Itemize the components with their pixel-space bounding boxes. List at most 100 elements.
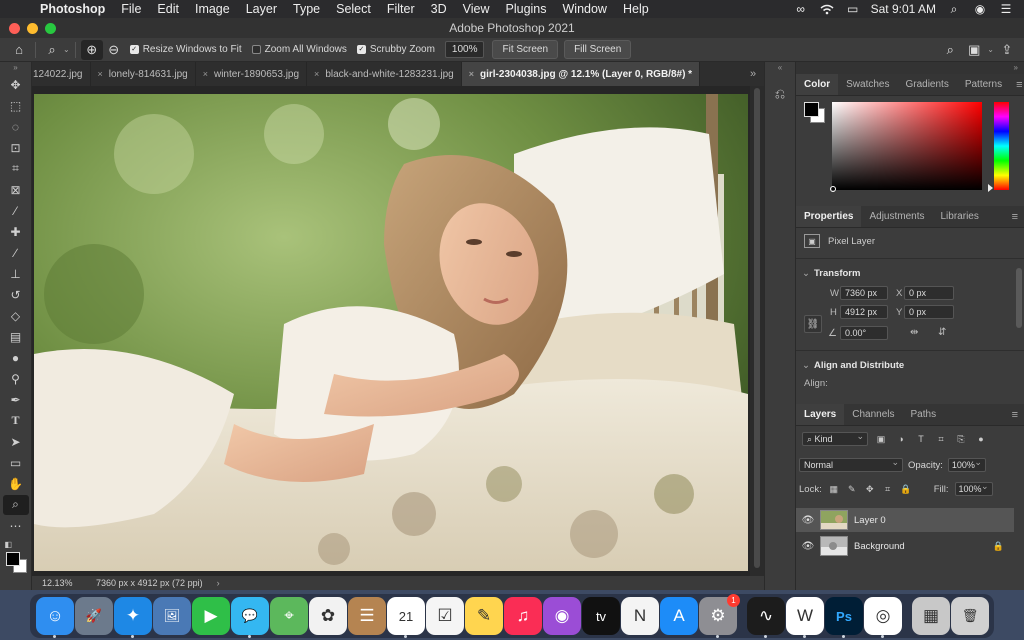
panel-menu-icon[interactable]: ≡ [1006, 206, 1024, 227]
height-field[interactable]: 4912 px [840, 305, 888, 319]
scrollbar-thumb[interactable] [754, 88, 760, 568]
frame-tool-icon[interactable]: ⊠ [3, 180, 29, 200]
blur-tool-icon[interactable]: ● [3, 348, 29, 368]
layer-lock-icon[interactable]: 🔒 [993, 541, 1004, 552]
tab-document[interactable]: × black-and-white-1283231.jpg [307, 62, 462, 86]
tab-swatches[interactable]: Swatches [838, 74, 897, 95]
chrome-icon[interactable]: ◎ [864, 597, 902, 638]
foreground-color-swatch[interactable] [804, 102, 819, 117]
tab-gradients[interactable]: Gradients [897, 74, 956, 95]
object-selection-tool-icon[interactable]: ⊡ [3, 138, 29, 158]
creative-cloud-icon[interactable]: ∞ [793, 2, 809, 16]
align-distribute-section-header[interactable]: ⌄ Align and Distribute [802, 360, 904, 371]
reminders-icon[interactable]: ☑ [426, 597, 464, 635]
default-colors-icon[interactable]: ◧ [5, 540, 13, 549]
layer-name[interactable]: Layer 0 [854, 515, 886, 526]
marquee-tool-icon[interactable]: ⬚ [3, 96, 29, 116]
brush-tool-icon[interactable]: ∕ [3, 243, 29, 263]
scrubby-zoom-checkbox[interactable]: ✓ Scrubby Zoom [356, 44, 435, 55]
tab-document-active[interactable]: × girl-2304038.jpg @ 12.1% (Layer 0, RGB… [461, 62, 701, 86]
type-filter-icon[interactable]: T [914, 432, 928, 446]
path-selection-tool-icon[interactable]: ➤ [3, 432, 29, 452]
messages-icon[interactable]: 💬 [231, 597, 269, 638]
photos-icon[interactable]: ✿ [309, 597, 347, 635]
safari-icon[interactable]: ✦ [114, 597, 152, 638]
close-tab-icon[interactable]: × [203, 69, 208, 79]
share-icon[interactable]: ⇪ [996, 40, 1018, 60]
facetime-icon[interactable]: ▶ [192, 597, 230, 635]
panel-scrollbar[interactable] [1016, 268, 1022, 328]
lasso-tool-icon[interactable]: ◌ [3, 117, 29, 137]
tab-color[interactable]: Color [796, 74, 839, 95]
siri-icon[interactable]: ◉ [972, 2, 988, 16]
launchpad-icon[interactable]: 🚀 [75, 597, 113, 635]
airplay-icon[interactable]: ▭ [845, 2, 861, 16]
tab-layers[interactable]: Layers [796, 404, 845, 425]
menu-image[interactable]: Image [187, 2, 238, 16]
pixel-filter-icon[interactable]: ▣ [874, 432, 888, 446]
color-picker-field[interactable] [832, 102, 982, 190]
fit-screen-button[interactable]: Fit Screen [492, 40, 559, 59]
notes-icon[interactable]: ✎ [465, 597, 503, 635]
menu-view[interactable]: View [455, 2, 498, 16]
lock-image-pixels-icon[interactable]: ✎ [846, 483, 858, 495]
tab-paths[interactable]: Paths [903, 404, 945, 425]
fill-screen-button[interactable]: Fill Screen [564, 40, 632, 59]
calendar-icon[interactable]: 21 [387, 597, 425, 638]
app-menu[interactable]: Photoshop [32, 2, 113, 16]
move-tool-icon[interactable]: ✥ [3, 75, 29, 95]
collapse-toolbar-icon[interactable]: » [13, 62, 17, 74]
rectangle-tool-icon[interactable]: ▭ [3, 453, 29, 473]
pen-tool-icon[interactable]: ✒ [3, 390, 29, 410]
dodge-tool-icon[interactable]: ⚲ [3, 369, 29, 389]
system-preferences-icon[interactable]: ⚙ 1 [699, 594, 740, 638]
podcasts-icon[interactable]: ◉ [543, 597, 581, 635]
hand-tool-icon[interactable]: ✋ [3, 474, 29, 494]
menu-type[interactable]: Type [285, 2, 328, 16]
menu-3d[interactable]: 3D [423, 2, 455, 16]
opacity-field[interactable]: 100% [947, 456, 986, 472]
menu-filter[interactable]: Filter [379, 2, 423, 16]
edit-toolbar-icon[interactable]: ⋯ [3, 516, 29, 536]
tab-adjustments[interactable]: Adjustments [861, 206, 932, 227]
tab-document[interactable]: × lonely-814631.jpg [91, 62, 196, 86]
history-brush-tool-icon[interactable]: ↺ [3, 285, 29, 305]
downloads-stack-icon[interactable]: ▦ [912, 597, 950, 635]
tab-document[interactable]: × winter-1890653.jpg [196, 62, 308, 86]
menu-plugins[interactable]: Plugins [498, 2, 555, 16]
chevron-down-icon[interactable]: ⌄ [987, 45, 994, 54]
blend-mode-dropdown[interactable]: Normal [799, 456, 903, 472]
wifi-icon[interactable] [819, 3, 835, 15]
gradient-tool-icon[interactable]: ▤ [3, 327, 29, 347]
document-image[interactable] [34, 94, 748, 571]
tab-properties[interactable]: Properties [796, 206, 862, 227]
menu-window[interactable]: Window [555, 2, 615, 16]
photoshop-icon[interactable]: Ps [825, 597, 863, 638]
vertical-scrollbar[interactable] [750, 86, 764, 576]
status-menu-arrow-icon[interactable]: › [217, 578, 220, 588]
tab-document[interactable]: 124022.jpg [26, 62, 91, 86]
link-dimensions-icon[interactable]: ⛓ [804, 315, 822, 333]
zoom-tool-preset-icon[interactable]: ⌕ [41, 40, 63, 60]
music-icon[interactable]: ♫ [504, 597, 542, 635]
zoom-readout[interactable]: 12.13% [32, 578, 82, 588]
history-panel-icon[interactable]: ⎌ [770, 84, 790, 104]
width-field[interactable]: 7360 px [840, 286, 888, 300]
panel-menu-icon[interactable]: ≡ [1006, 404, 1024, 425]
visibility-eye-icon[interactable]: 👁 [796, 515, 820, 526]
hue-slider-arrow-icon[interactable] [988, 184, 993, 192]
panel-menu-icon[interactable]: ≡ [1010, 74, 1024, 95]
workspace-icon[interactable]: ▣ [963, 40, 985, 60]
apple-tv-icon[interactable]: tv [582, 597, 620, 635]
zoom-all-windows-checkbox[interactable]: Zoom All Windows [251, 44, 347, 55]
canvas-area[interactable] [32, 86, 764, 576]
visibility-eye-icon[interactable]: 👁 [796, 541, 820, 552]
preview-icon[interactable]: 🖼 [153, 597, 191, 635]
menu-select[interactable]: Select [328, 2, 379, 16]
spotlight-search-icon[interactable]: ⌕ [946, 2, 962, 16]
contacts-icon[interactable]: ☰ [348, 597, 386, 635]
more-tabs-icon[interactable]: » [742, 62, 764, 86]
zoom-level-field[interactable]: 100% [444, 41, 485, 58]
y-field[interactable]: 0 px [904, 305, 954, 319]
tab-channels[interactable]: Channels [844, 404, 902, 425]
